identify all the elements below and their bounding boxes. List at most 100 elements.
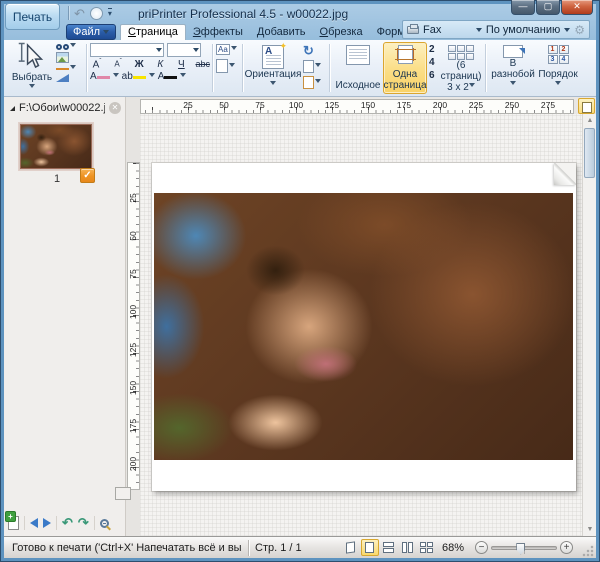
scrollbar-thumb[interactable] [584,128,595,178]
rotate-left-icon[interactable]: ↶ [62,516,73,530]
order-button[interactable]: 1234 Порядок [538,42,578,94]
hruler-tick: 175 [396,100,412,110]
chevron-down-icon[interactable] [315,63,321,70]
chevron-down-icon[interactable] [229,62,235,70]
view-mode-continuous[interactable] [380,539,398,556]
file-menu-button[interactable]: Файл [66,24,116,40]
vruler-tick: 200 [128,456,138,472]
watermark-icon[interactable] [56,61,69,82]
tab-crop[interactable]: Обрезка [313,25,370,40]
collapse-icon[interactable] [10,105,15,111]
pages-4-button[interactable]: 4 [429,57,435,68]
pages-panel: F:\Обои\w00022.jpg ✕ 1 ✓ ↶ ↷ [4,97,126,536]
printer-profile-dropdown[interactable]: По умолчанию [486,24,560,36]
strikethrough-button[interactable]: abc [195,59,210,70]
view-mode-3d[interactable] [342,539,360,556]
file-path-label: F:\Обои\w00022.jpg [19,102,105,114]
clear-format-button[interactable]: А [90,71,110,82]
file-menu-label: Файл [72,26,101,38]
scroll-up-icon[interactable]: ▲ [583,114,597,127]
zoom-out-icon[interactable] [99,518,109,528]
group-separator [86,44,87,92]
font-size-select[interactable] [167,43,201,57]
divider [24,516,25,530]
chevron-down-icon[interactable] [70,43,76,50]
chevron-down-icon[interactable] [315,79,321,86]
print-preview-area[interactable] [140,114,582,536]
view-mode-single-page[interactable] [360,539,379,556]
chevron-down-icon[interactable] [148,73,155,80]
highlight-button[interactable]: ab [122,71,146,82]
zoom-in-button[interactable]: + [560,541,573,554]
shrink-font-button[interactable]: Аˇ [111,59,125,70]
chevron-down-icon[interactable] [475,27,482,35]
tab-page[interactable]: Страница [120,24,186,40]
chevron-down-icon[interactable] [180,73,187,80]
orientation-button[interactable]: A ✦ Ориентация [245,41,301,94]
chevron-down-icon[interactable] [112,73,119,80]
text-style-icon[interactable]: Aa [216,44,230,55]
one-page-button[interactable]: Одна страница [383,42,427,94]
select-tool-button[interactable]: Выбрать [10,42,54,94]
orientation-icon: A ✦ [262,41,287,69]
vertical-ruler[interactable]: 25 50 75 100 125 150 175 200 [115,162,140,500]
italic-button[interactable]: К [153,59,167,70]
horizontal-ruler[interactable]: 25 50 75 100 125 150 175 200 225 250 275 [140,99,574,114]
group-separator [212,44,213,92]
cursor-icon [18,42,44,69]
bold-button[interactable]: Ж [132,59,146,70]
next-page-icon[interactable] [43,518,51,528]
previous-page-icon[interactable] [30,518,38,528]
minimize-button[interactable]: — [511,0,535,15]
chevron-down-icon[interactable] [230,46,237,53]
six-pages-button[interactable]: (6 страниц) 3 x 2 [440,42,482,94]
page-checkbox[interactable]: ✓ [80,168,95,183]
original-layout-button[interactable]: Исходное [335,42,381,94]
customize-toolbar-icon[interactable]: ▾ [107,8,112,18]
rotate-right-icon[interactable]: ↷ [78,516,89,530]
underline-button[interactable]: Ч [174,59,188,70]
zoom-slider[interactable] [491,542,557,555]
page-setup-button[interactable] [578,98,595,114]
printer-name-dropdown[interactable]: Fax [423,24,472,36]
redo-icon[interactable] [89,6,103,20]
shuffle-button[interactable]: Вразнобой [490,42,536,94]
hruler-tick: 225 [468,100,484,110]
panel-toolbar: ↶ ↷ [5,511,111,533]
close-button[interactable]: ✕ [561,0,593,15]
resize-grip[interactable] [582,544,594,557]
six-pages-grid-icon [448,45,474,60]
add-page-icon[interactable] [5,511,19,530]
page-style-icon[interactable] [216,59,228,73]
rotate-pages-icon[interactable]: ↻ [303,44,321,57]
photo-content [154,193,573,460]
chevron-down-icon [270,81,276,88]
page-thumbnail[interactable] [19,123,93,170]
font-color-button[interactable]: А [158,71,178,82]
undo-icon[interactable]: ↶ [74,7,85,20]
find-icon[interactable] [56,43,69,50]
grow-font-button[interactable]: Аˆ [90,59,104,70]
thumbnail-number: 1 [54,173,61,185]
maximize-button[interactable]: ▢ [536,0,560,15]
view-mode-facing[interactable] [399,539,417,556]
pages-2-button[interactable]: 2 [429,44,435,55]
vruler-tick: 25 [128,193,138,203]
chevron-down-icon[interactable] [564,27,571,35]
font-family-select[interactable] [90,43,164,57]
gear-icon[interactable]: ⚙ [574,24,585,36]
page-size-icon[interactable] [303,60,314,73]
view-mode-thumbnails[interactable] [418,539,436,556]
tab-insert[interactable]: Добавить [250,25,313,40]
print-button[interactable]: Печать [5,3,60,30]
chevron-down-icon[interactable] [70,65,76,72]
zoom-out-button[interactable]: − [475,541,488,554]
tab-effects[interactable]: Эффекты [186,25,250,40]
preview-page[interactable] [152,163,576,491]
scroll-down-icon[interactable]: ▼ [583,523,597,536]
divider [56,516,57,530]
pages-6-button[interactable]: 6 [429,70,435,81]
vertical-scrollbar[interactable]: ▲ ▼ [582,114,596,536]
page-margins-icon[interactable] [303,76,314,89]
close-icon[interactable]: ✕ [109,102,121,114]
